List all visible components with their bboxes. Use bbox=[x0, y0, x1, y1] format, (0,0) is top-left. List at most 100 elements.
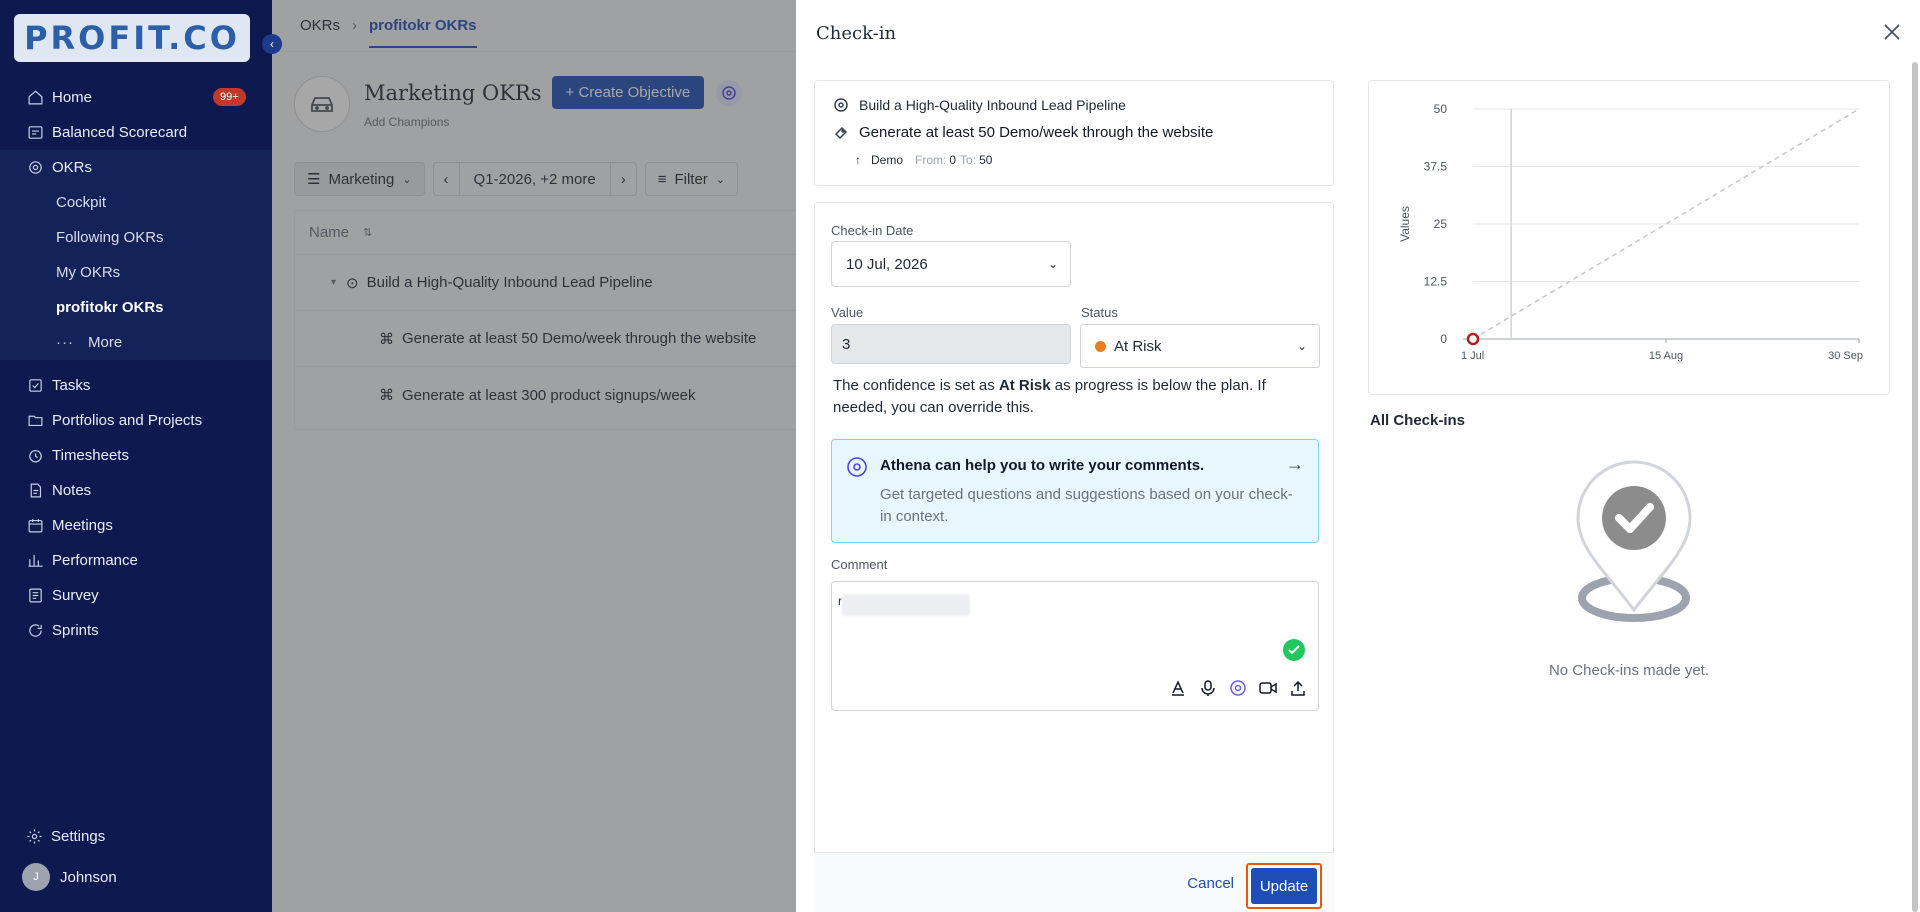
close-icon[interactable] bbox=[1880, 20, 1904, 44]
y-tick-label: 12.5 bbox=[1424, 275, 1448, 289]
okr-summary-card: Build a High-Quality Inbound Lead Pipeli… bbox=[814, 80, 1334, 186]
arrow-right-icon[interactable]: → bbox=[1286, 454, 1304, 475]
sidebar-nav: Home 99+ Balanced Scorecard OKRs Cockpit… bbox=[0, 80, 272, 648]
chevron-down-icon: ⌄ bbox=[1047, 257, 1058, 271]
video-icon[interactable] bbox=[1258, 678, 1278, 698]
calendar-icon bbox=[26, 517, 44, 535]
sidebar-item-label: Portfolios and Projects bbox=[52, 412, 203, 429]
checkin-date-select[interactable]: 10 Jul, 2026 ⌄ bbox=[831, 241, 1071, 287]
scorecard-icon bbox=[26, 124, 44, 142]
user-name: Johnson bbox=[60, 868, 117, 886]
metric-to-label: To: bbox=[960, 153, 977, 167]
sidebar-item-sprints[interactable]: Sprints bbox=[0, 613, 272, 648]
home-icon bbox=[26, 89, 44, 107]
microphone-icon[interactable] bbox=[1198, 678, 1218, 698]
status-dot bbox=[1095, 340, 1106, 352]
checkin-drawer: Check-in Build a High-Quality Inbound Le… bbox=[796, 0, 1920, 912]
athena-description: Get targeted questions and suggestions b… bbox=[880, 486, 1293, 525]
notification-badge: 99+ bbox=[213, 88, 246, 106]
sidebar-item-home[interactable]: Home 99+ bbox=[0, 80, 272, 115]
sidebar-item-label: Timesheets bbox=[52, 447, 129, 464]
update-button-highlight: Update bbox=[1246, 863, 1322, 909]
survey-icon bbox=[26, 587, 44, 605]
sidebar-item-notes[interactable]: Notes bbox=[0, 473, 272, 508]
collapse-sidebar-button[interactable]: ‹ bbox=[262, 34, 282, 54]
sidebar-item-following-okrs[interactable]: Following OKRs bbox=[0, 220, 272, 255]
x-tick-label: 30 Sep bbox=[1828, 350, 1863, 362]
modal-overlay[interactable] bbox=[272, 0, 796, 912]
confidence-message: The confidence is set as At Risk as prog… bbox=[833, 377, 1266, 416]
x-tick-label: 1 Jul bbox=[1461, 350, 1484, 362]
cancel-button[interactable]: Cancel bbox=[1187, 875, 1234, 892]
athena-icon[interactable] bbox=[1228, 678, 1248, 698]
date-value: 10 Jul, 2026 bbox=[846, 255, 928, 273]
sidebar-item-label: Performance bbox=[52, 552, 138, 569]
status-label: Status bbox=[1081, 305, 1118, 320]
sidebar-item-timesheets[interactable]: Timesheets bbox=[0, 438, 272, 473]
date-label: Check-in Date bbox=[831, 223, 914, 238]
sidebar-item-profitokr-okrs[interactable]: profitokr OKRs bbox=[0, 290, 272, 325]
comment-toolbar bbox=[1168, 678, 1308, 698]
scrollbar[interactable] bbox=[1912, 62, 1918, 912]
sidebar-item-tasks[interactable]: Tasks bbox=[0, 368, 272, 403]
all-checkins-heading: All Check-ins bbox=[1370, 412, 1466, 429]
folder-icon bbox=[26, 412, 44, 430]
metric-from-label: From: bbox=[915, 153, 947, 167]
text-format-icon[interactable] bbox=[1168, 678, 1188, 698]
objective-title: Build a High-Quality Inbound Lead Pipeli… bbox=[859, 97, 1126, 113]
sidebar-item-label: Survey bbox=[52, 587, 99, 604]
sidebar-item-label: Notes bbox=[52, 482, 92, 499]
sidebar-item-survey[interactable]: Survey bbox=[0, 578, 272, 613]
tasks-icon bbox=[26, 377, 44, 395]
sidebar-item-label: Tasks bbox=[52, 377, 91, 394]
sidebar-item-more[interactable]: ··· More bbox=[0, 325, 272, 360]
comment-textarea[interactable]: r bbox=[831, 581, 1319, 711]
value-input[interactable]: 3 bbox=[831, 324, 1071, 364]
value-label: Value bbox=[831, 305, 864, 320]
sidebar: PROFIT.CO ‹ Home 99+ Balanced Scorecard … bbox=[0, 0, 282, 912]
sidebar-item-cockpit[interactable]: Cockpit bbox=[0, 185, 272, 220]
athena-icon bbox=[847, 457, 867, 477]
arrow-up-icon: ↑ bbox=[855, 153, 861, 167]
sidebar-item-balanced-scorecard[interactable]: Balanced Scorecard bbox=[0, 115, 272, 150]
checkin-form: Check-in Date 10 Jul, 2026 ⌄ Value 3 Sta… bbox=[814, 202, 1334, 912]
athena-title: Athena can help you to write your commen… bbox=[880, 457, 1205, 474]
okr-nav-group: OKRs Cockpit Following OKRs My OKRs prof… bbox=[0, 150, 272, 360]
key-result-title: Generate at least 50 Demo/week through t… bbox=[859, 124, 1214, 141]
logo-text: PROFIT.CO bbox=[24, 19, 240, 57]
sidebar-item-portfolios[interactable]: Portfolios and Projects bbox=[0, 403, 272, 438]
chevron-down-icon: ⌄ bbox=[1296, 339, 1307, 353]
sidebar-item-label: Sprints bbox=[52, 622, 99, 639]
user-profile[interactable]: J Johnson bbox=[22, 863, 117, 891]
sidebar-item-okrs[interactable]: OKRs bbox=[0, 150, 272, 185]
sidebar-item-performance[interactable]: Performance bbox=[0, 543, 272, 578]
status-select[interactable]: At Risk ⌄ bbox=[1080, 324, 1320, 368]
performance-icon bbox=[26, 552, 44, 570]
athena-suggestion[interactable]: Athena can help you to write your commen… bbox=[831, 439, 1319, 543]
more-dots-icon: ··· bbox=[56, 334, 74, 351]
clock-icon bbox=[26, 447, 44, 465]
sidebar-item-meetings[interactable]: Meetings bbox=[0, 508, 272, 543]
metric-name: Demo bbox=[871, 153, 904, 167]
y-axis-label: Values bbox=[1398, 206, 1412, 242]
target-icon bbox=[834, 98, 848, 112]
sidebar-item-my-okrs[interactable]: My OKRs bbox=[0, 255, 272, 290]
target-icon bbox=[26, 159, 44, 177]
empty-checkins-text: No Check-ins made yet. bbox=[1548, 662, 1710, 679]
update-button[interactable]: Update bbox=[1251, 868, 1317, 904]
sidebar-item-label: OKRs bbox=[52, 159, 93, 176]
sidebar-item-label: Balanced Scorecard bbox=[52, 124, 188, 141]
y-tick-label: 37.5 bbox=[1424, 160, 1448, 174]
check-circle-icon bbox=[1283, 639, 1305, 661]
y-tick-label: 50 bbox=[1434, 102, 1448, 116]
comment-label: Comment bbox=[831, 557, 888, 572]
upload-icon[interactable] bbox=[1288, 678, 1308, 698]
value-text: 3 bbox=[842, 335, 851, 353]
metric-from: 0 bbox=[949, 153, 957, 167]
logo[interactable]: PROFIT.CO bbox=[14, 14, 250, 62]
data-point bbox=[1466, 332, 1480, 346]
progress-chart-card: 0 12.5 25 37.5 50 1 Jul 15 Aug 30 Sep Values bbox=[1368, 80, 1890, 395]
x-tick-label: 15 Aug bbox=[1649, 350, 1683, 362]
sidebar-item-settings[interactable]: Settings bbox=[26, 828, 105, 845]
sidebar-item-label: Home bbox=[52, 89, 93, 106]
